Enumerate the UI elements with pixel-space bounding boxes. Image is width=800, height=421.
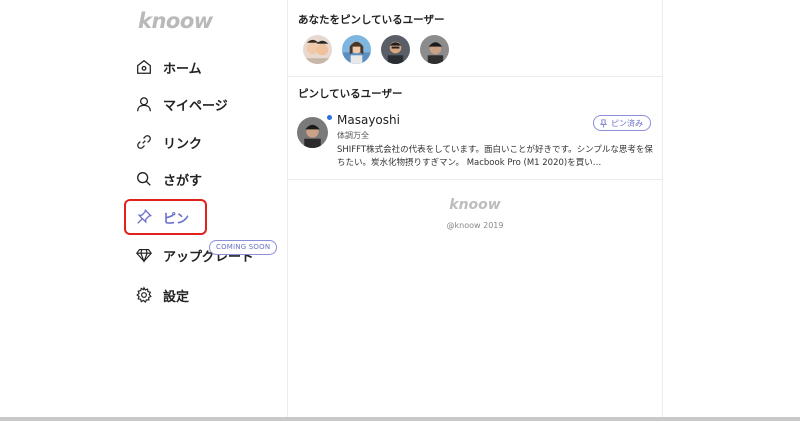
sidebar-item-settings[interactable]: 設定: [134, 283, 189, 307]
user-bio: SHIFFT株式会社の代表をしています。面白いことが好きです。シンプルな思考を保…: [337, 145, 653, 168]
pinning-title: ピンしているユーザー: [298, 88, 403, 100]
user-status: 体調万全: [337, 131, 369, 140]
avatar[interactable]: [420, 35, 449, 64]
pin-icon: [599, 118, 608, 128]
avatar[interactable]: [297, 117, 328, 148]
home-icon: [134, 57, 154, 77]
avatar[interactable]: [381, 35, 410, 64]
sidebar-item-label: マイページ: [163, 98, 228, 114]
pinned-by-title: あなたをピンしているユーザー: [298, 14, 445, 26]
user-name[interactable]: Masayoshi: [337, 113, 400, 127]
search-icon: [134, 169, 154, 189]
pin-highlight-box: [124, 199, 207, 235]
avatar[interactable]: [303, 35, 332, 64]
sidebar-item-label: さがす: [163, 173, 203, 189]
app-logo[interactable]: knoow: [138, 9, 213, 33]
sidebar-item-label: リンク: [163, 136, 203, 152]
link-icon: [134, 132, 154, 152]
sidebar-item-link[interactable]: リンク: [134, 130, 202, 154]
avatar[interactable]: [342, 35, 371, 64]
sidebar: knoow ホーム マイページ リンク さがす ピン アップグレード COMIN…: [0, 0, 288, 417]
online-indicator: [327, 115, 332, 120]
sidebar-item-home[interactable]: ホーム: [134, 55, 202, 79]
main-content: あなたをピンしているユーザー ピンしているユーザー Masayoshi 体調万全…: [288, 0, 663, 417]
sidebar-item-label: 設定: [163, 289, 190, 305]
gear-icon: [134, 285, 154, 305]
divider: [288, 76, 662, 77]
footer-copyright: @knoow 2019: [446, 221, 504, 230]
diamond-icon: [134, 245, 154, 265]
pinned-button[interactable]: ピン済み: [593, 115, 651, 131]
sidebar-item-search[interactable]: さがす: [134, 167, 202, 191]
pinned-button-label: ピン済み: [611, 118, 643, 128]
window-bottom-edge: [0, 417, 800, 421]
footer-logo: knoow: [449, 197, 501, 213]
user-icon: [134, 94, 154, 114]
coming-soon-badge: COMING SOON: [209, 240, 278, 255]
divider: [288, 179, 662, 180]
sidebar-item-label: ホーム: [163, 61, 202, 77]
sidebar-item-mypage[interactable]: マイページ: [134, 92, 228, 116]
